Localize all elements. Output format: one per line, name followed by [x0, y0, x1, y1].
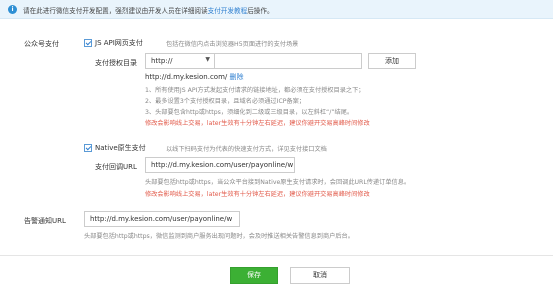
- alarm-note: 头部要包括http或https，微信监测到商户服务出现问题时，会及时推送相关告警…: [84, 233, 354, 240]
- callback-url-label: 支付回调URL: [95, 163, 137, 171]
- callback-url-input[interactable]: http://d.my.kesion.com/user/payonline/w: [145, 157, 295, 173]
- chevron-down-icon: ▼: [205, 56, 210, 63]
- save-button[interactable]: 保存: [230, 267, 278, 284]
- alarm-url-input[interactable]: http://d.my.kesion.com/user/payonline/w: [84, 211, 240, 227]
- add-dir-button[interactable]: 添加: [368, 53, 416, 69]
- added-dir-url: http://d.my.kesion.com/: [145, 73, 228, 81]
- alarm-url-label: 告警通知URL: [24, 217, 66, 225]
- jsapi-hint: 包括在微信内点击浏览器H5页面进行的支付场景: [166, 41, 299, 48]
- jsapi-label: JS API网页支付: [95, 39, 143, 47]
- delete-dir-link[interactable]: 删除: [230, 73, 244, 81]
- protocol-select[interactable]: http:// ▼: [145, 53, 215, 69]
- jsapi-note-1: 1、所有使用JS API方式发起支付请求的链接地址，都必须在支付授权目录之下；: [145, 87, 365, 94]
- auth-dir-label: 支付授权目录: [95, 59, 137, 67]
- native-note: 头部要包括http或https，当公众平台接到Native原生支付请求时，会回调…: [145, 179, 411, 186]
- tutorial-link[interactable]: 支付开发教程: [208, 7, 248, 15]
- notice-bar: i 请在此进行微信支付开发配置，强烈建议由开发人员在详细阅读支付开发教程后操作。: [0, 0, 553, 19]
- footer-divider: [0, 255, 553, 256]
- protocol-selected: http://: [151, 57, 173, 65]
- jsapi-checkbox[interactable]: [84, 39, 92, 47]
- notice-text-before: 请在此进行微信支付开发配置，强烈建议由开发人员在详细阅读: [23, 7, 208, 15]
- added-dir: http://d.my.kesion.com/ 删除: [145, 72, 244, 82]
- jsapi-warning: 修改会影响线上交易，later生效有十分钟左右延迟，建议你避开交易高峰时间修改: [145, 120, 370, 127]
- notice-text-after: 后操作。: [247, 7, 274, 15]
- native-warning: 修改会影响线上交易，later生效有十分钟左右延迟，建议你避开交易高峰时间修改: [145, 191, 370, 198]
- notice-text: 请在此进行微信支付开发配置，强烈建议由开发人员在详细阅读支付开发教程后操作。: [23, 5, 274, 15]
- native-label: Native原生支付: [95, 144, 146, 152]
- jsapi-note-3: 3、头部要包含http或https，须细化到二级或三级目录，以左斜杠“/”结尾。: [145, 109, 354, 116]
- jsapi-note-2: 2、最多设置3个支付授权目录，且域名必须通过ICP备案；: [145, 98, 306, 105]
- cancel-button[interactable]: 取消: [290, 267, 350, 284]
- native-hint: 以线下扫码支付为代表的快速支付方式，详见支付接口文档: [166, 146, 327, 153]
- info-icon: i: [8, 5, 17, 14]
- native-checkbox[interactable]: [84, 144, 92, 152]
- public-pay-section-label: 公众号支付: [24, 40, 59, 48]
- auth-dir-input[interactable]: [214, 53, 362, 69]
